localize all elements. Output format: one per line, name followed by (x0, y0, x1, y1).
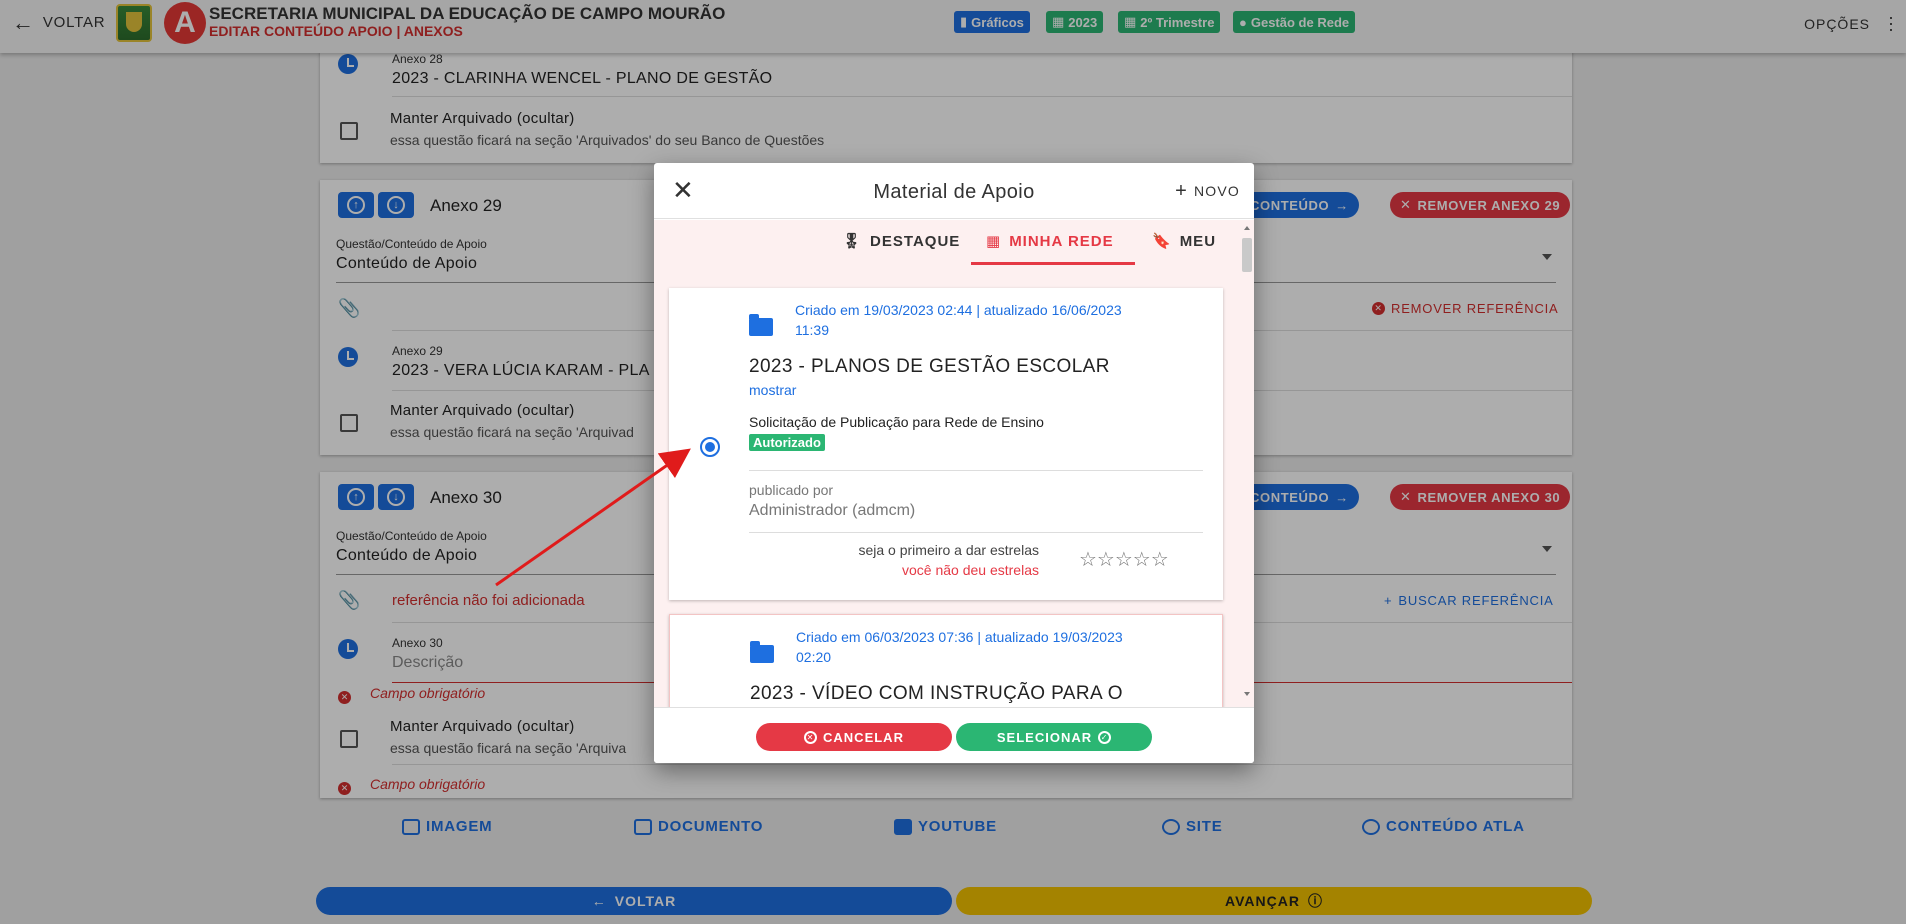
award-icon: 🎖 (842, 233, 863, 250)
status-badge: Autorizado (749, 434, 825, 451)
material-item[interactable]: Criado em 19/03/2023 02:44 | atualizado … (669, 288, 1223, 600)
item-show-link[interactable]: mostrar (749, 382, 796, 398)
close-circle-icon: ✕ (804, 730, 818, 744)
modal-select-button[interactable]: SELECIONAR ✓ (956, 723, 1152, 751)
star-rating[interactable]: ☆☆☆☆☆ (1079, 547, 1169, 572)
modal-cancel-label: CANCELAR (823, 729, 904, 745)
modal-cancel-button[interactable]: ✕ CANCELAR (756, 723, 952, 751)
item-title: 2023 - PLANOS DE GESTÃO ESCOLAR (749, 356, 1110, 377)
tab-minha-rede-label: MINHA REDE (1009, 232, 1114, 250)
modal-new-button[interactable]: + NOVO (1175, 180, 1240, 202)
tab-meu-label: MEU (1179, 232, 1217, 250)
modal-title: Material de Apoio (873, 181, 1035, 203)
item-publication-request: Solicitação de Publicação para Rede de E… (749, 414, 1044, 430)
material-item[interactable]: Criado em 06/03/2023 07:36 | atualizado … (669, 614, 1223, 707)
material-item-radio-selected[interactable] (700, 437, 720, 457)
modal-header: ✕ Material de Apoio + NOVO (654, 163, 1254, 219)
check-circle-icon: ✓ (1098, 730, 1112, 744)
stars-first-text: seja o primeiro a dar estrelas (858, 542, 1039, 558)
stars-you-text: você não deu estrelas (902, 562, 1039, 578)
modal-new-label: NOVO (1193, 183, 1240, 199)
material-item-content: Criado em 06/03/2023 07:36 | atualizado … (734, 619, 1204, 707)
item-meta-line2: 11:39 (795, 322, 829, 338)
scroll-up-icon[interactable] (1244, 226, 1250, 230)
modal-select-label: SELECIONAR (996, 729, 1093, 745)
modal-footer: ✕ CANCELAR SELECIONAR ✓ (654, 707, 1254, 763)
plus-icon: + (1175, 180, 1188, 202)
item-title: 2023 - VÍDEO COM INSTRUÇÃO PARA O (750, 683, 1123, 704)
tab-meu[interactable]: 🔖 MEU (1152, 232, 1217, 251)
item-meta-line2: 02:20 (796, 649, 832, 665)
material-item-content: Criado em 19/03/2023 02:44 | atualizado … (733, 292, 1203, 594)
item-published-by: Administrador (admcm) (749, 502, 916, 519)
modal-tabs: 🎖 DESTAQUE ▦ MINHA REDE 🔖 MEU (654, 220, 1238, 266)
item-meta-line1: Criado em 19/03/2023 02:44 | atualizado … (795, 302, 1122, 318)
folder-icon (749, 314, 773, 336)
item-published-by-label: publicado por (749, 482, 834, 498)
grid-icon: ▦ (986, 233, 1002, 250)
active-tab-indicator (971, 262, 1135, 265)
divider (749, 470, 1203, 471)
tab-minha-rede[interactable]: ▦ MINHA REDE (986, 232, 1114, 251)
folder-icon (750, 641, 774, 663)
tab-destaque-label: DESTAQUE (870, 232, 961, 250)
scroll-down-icon[interactable] (1244, 692, 1250, 696)
support-material-modal: ✕ Material de Apoio + NOVO 🎖 DESTAQUE ▦ MIN… (654, 163, 1254, 763)
divider (749, 532, 1203, 533)
modal-scrollbar[interactable] (1242, 226, 1252, 696)
bookmark-icon: 🔖 (1152, 233, 1172, 250)
scrollbar-thumb[interactable] (1242, 238, 1252, 272)
modal-body: 🎖 DESTAQUE ▦ MINHA REDE 🔖 MEU Criado em 19/… (654, 220, 1254, 707)
tab-destaque[interactable]: 🎖 DESTAQUE (842, 232, 961, 251)
item-meta-line1: Criado em 06/03/2023 07:36 | atualizado … (796, 629, 1123, 645)
